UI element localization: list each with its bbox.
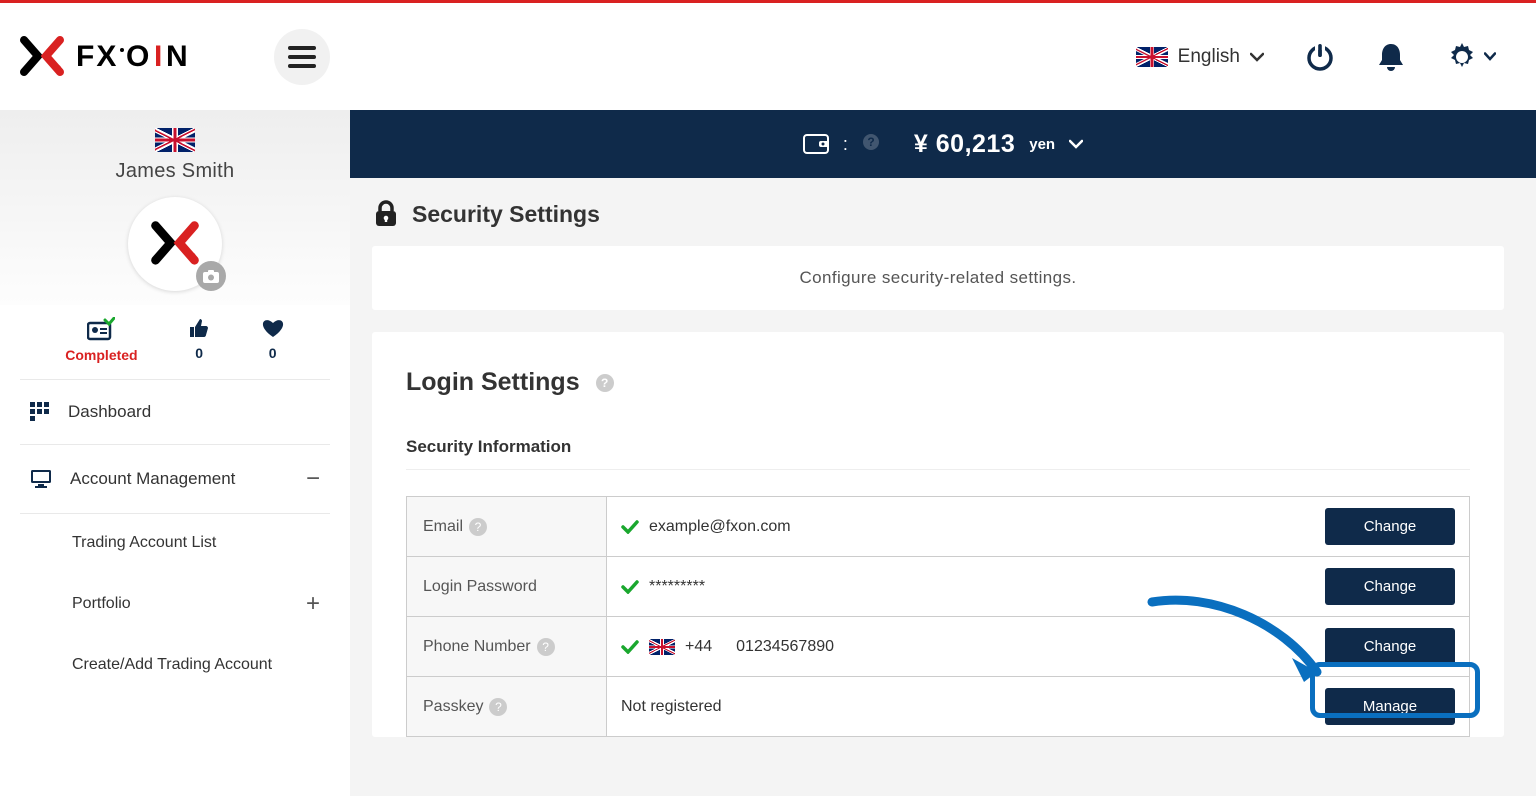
row-value: example@fxon.com (649, 518, 791, 536)
balance-currency: yen (1029, 136, 1055, 153)
avatar-upload-button[interactable] (196, 261, 226, 291)
balance-separator: : (843, 134, 848, 155)
sidebar-item-label: Dashboard (68, 402, 151, 422)
change-email-button[interactable]: Change (1325, 508, 1455, 545)
chevron-down-icon (1484, 52, 1496, 61)
menu-toggle-button[interactable] (274, 29, 330, 85)
help-icon[interactable]: ? (469, 518, 487, 536)
table-row: Email? example@fxon.com Change (407, 497, 1470, 557)
row-label: Phone Number (423, 638, 531, 655)
row-label: Passkey (423, 698, 483, 715)
power-button[interactable] (1304, 41, 1336, 73)
power-icon (1304, 41, 1336, 73)
stat-likes-value: 0 (195, 345, 203, 361)
help-icon[interactable]: ? (596, 374, 614, 392)
change-phone-button[interactable]: Change (1325, 628, 1455, 665)
uk-flag-icon (649, 639, 675, 655)
change-password-button[interactable]: Change (1325, 568, 1455, 605)
stat-status-label: Completed (65, 347, 137, 363)
brand-logo[interactable]: FX O I N (18, 36, 246, 78)
sidebar-nav: Dashboard Account Management − Trading A… (0, 380, 350, 694)
section-title: Login Settings (406, 368, 580, 397)
check-icon (621, 640, 639, 654)
row-value: Not registered (621, 698, 722, 716)
sidebar-item-trading-account-list[interactable]: Trading Account List (20, 514, 330, 572)
stat-likes: 0 (188, 317, 210, 363)
sidebar-item-label: Portfolio (72, 595, 131, 613)
stat-favs-value: 0 (269, 345, 277, 361)
balance-bar: : ? ¥ 60,213 yen (350, 110, 1536, 178)
login-settings-card: Login Settings ? Security Information Em… (372, 332, 1504, 737)
check-icon (621, 580, 639, 594)
check-icon (621, 520, 639, 534)
svg-text:?: ? (867, 135, 874, 149)
profile-name: James Smith (0, 160, 350, 183)
table-row: Login Password ********* Change (407, 557, 1470, 617)
sidebar-item-create-trading-account[interactable]: Create/Add Trading Account (20, 636, 330, 694)
profile-panel: James Smith (0, 110, 350, 305)
logo-text-icon: FX O I N (76, 40, 246, 74)
grid-icon (30, 402, 50, 422)
table-row: Phone Number? +44 01234567890 (407, 617, 1470, 677)
wallet-icon (803, 134, 829, 154)
stat-favs: 0 (261, 317, 285, 363)
main: : ? ¥ 60,213 yen Security Settings Confi… (350, 110, 1536, 796)
sidebar-item-portfolio[interactable]: Portfolio + (20, 572, 330, 636)
expand-icon: + (306, 592, 320, 616)
sidebar-item-dashboard[interactable]: Dashboard (20, 380, 330, 445)
row-value: 01234567890 (736, 638, 834, 656)
notifications-button[interactable] (1376, 41, 1406, 73)
help-icon[interactable]: ? (489, 698, 507, 716)
language-selector[interactable]: English (1136, 46, 1264, 68)
stat-status: Completed (65, 317, 137, 363)
logo-mark-icon (18, 36, 66, 78)
monitor-icon (30, 469, 52, 489)
page-title-text: Security Settings (412, 201, 600, 228)
subsection-title: Security Information (406, 437, 1470, 470)
sidebar-item-label: Account Management (70, 469, 235, 489)
lock-icon (374, 200, 398, 228)
manage-passkey-button[interactable]: Manage (1325, 688, 1455, 725)
camera-icon (203, 270, 219, 283)
sidebar-item-label: Trading Account List (72, 534, 216, 552)
language-label: English (1178, 46, 1240, 68)
row-label: Login Password (423, 578, 537, 595)
svg-text:N: N (166, 40, 190, 73)
hamburger-icon (288, 46, 316, 68)
avatar-logo-icon (149, 220, 201, 268)
svg-text:I: I (154, 40, 164, 73)
row-prefix: +44 (685, 638, 712, 656)
id-card-icon (87, 317, 115, 341)
collapse-icon: − (306, 467, 320, 491)
gear-icon (1446, 41, 1478, 73)
security-info-table: Email? example@fxon.com Change (406, 496, 1470, 737)
sidebar-item-label: Create/Add Trading Account (72, 656, 272, 674)
row-label: Email (423, 518, 463, 535)
profile-flag-icon (155, 128, 195, 152)
uk-flag-icon (1136, 47, 1168, 67)
header: FX O I N English (0, 3, 1536, 110)
row-value: ********* (649, 578, 705, 596)
svg-text:O: O (126, 40, 151, 73)
chevron-down-icon[interactable] (1069, 139, 1083, 149)
heart-icon (261, 317, 285, 339)
info-banner: Configure security-related settings. (372, 246, 1504, 310)
bell-icon (1376, 41, 1406, 73)
help-icon[interactable]: ? (862, 133, 880, 156)
svg-text:FX: FX (76, 40, 118, 73)
settings-button[interactable] (1446, 41, 1496, 73)
chevron-down-icon (1250, 52, 1264, 62)
help-icon[interactable]: ? (537, 638, 555, 656)
thumbs-up-icon (188, 317, 210, 339)
page-title: Security Settings (372, 200, 1504, 246)
balance-amount: 60,213 (936, 130, 1015, 158)
table-row: Passkey? Not registered Manage (407, 677, 1470, 737)
sidebar-item-account-management[interactable]: Account Management − (20, 445, 330, 514)
balance-symbol: ¥ (914, 130, 928, 158)
profile-stats: Completed 0 0 (20, 305, 330, 380)
sidebar: James Smith (0, 110, 350, 796)
